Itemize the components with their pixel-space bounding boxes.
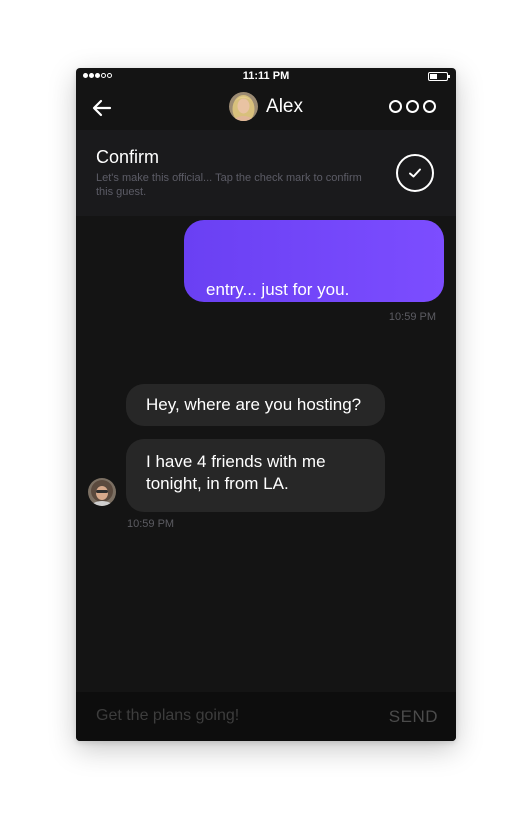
contact-name: Alex <box>266 95 303 117</box>
confirm-description: Let's make this official... Tap the chec… <box>96 172 362 198</box>
phone-screen: 11:11 PM Alex entry... just for you. 10:… <box>76 68 456 741</box>
received-message-bubble: Hey, where are you hosting? <box>126 384 385 426</box>
checkmark-icon <box>409 168 421 178</box>
message-input[interactable] <box>96 702 366 730</box>
status-time: 11:11 PM <box>242 70 290 82</box>
received-message-text: I have 4 friends with me tonight, in fro… <box>146 452 326 493</box>
battery-level <box>430 74 437 79</box>
message-composer: SEND <box>76 692 456 741</box>
more-dots-icon[interactable] <box>389 100 436 113</box>
sender-avatar[interactable] <box>88 478 116 506</box>
sent-message-bubble: entry... just for you. <box>184 220 444 302</box>
received-message-time: 10:59 PM <box>127 518 175 530</box>
more-dot <box>423 100 436 113</box>
more-dot <box>406 100 419 113</box>
received-message-text: Hey, where are you hosting? <box>146 395 362 414</box>
sent-message-time: 10:59 PM <box>388 311 436 323</box>
received-message-bubble: I have 4 friends with me tonight, in fro… <box>126 439 385 512</box>
chat-header: Alex <box>76 86 456 130</box>
send-button[interactable]: SEND <box>389 707 438 727</box>
contact-avatar <box>229 92 259 121</box>
confirm-check-button[interactable] <box>396 154 434 192</box>
confirm-title: Confirm <box>96 147 160 167</box>
battery-icon <box>428 72 450 81</box>
status-bar: 11:11 PM <box>76 68 456 86</box>
sent-message-text: entry... just for you. <box>206 280 350 299</box>
more-dot <box>389 100 402 113</box>
confirm-banner: Confirm Let's make this official... Tap … <box>76 130 456 216</box>
